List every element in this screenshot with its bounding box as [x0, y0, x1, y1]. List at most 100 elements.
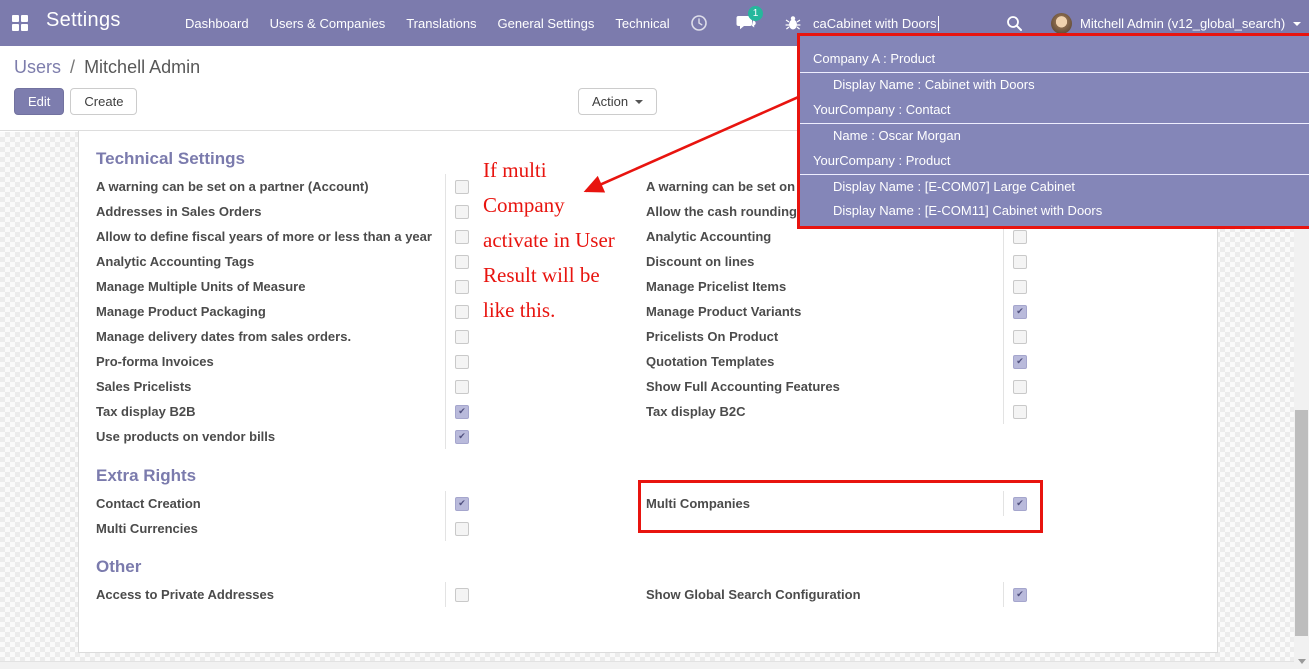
nav-item-translations[interactable]: Translations [406, 16, 476, 31]
checkbox-multi-currencies[interactable] [455, 521, 469, 536]
setting-row-sales-pricelists: Sales Pricelists [96, 374, 488, 399]
setting-row-manage-multiple-units-of-measure: Manage Multiple Units of Measure [96, 274, 488, 299]
checkbox-tax-display-b2c[interactable] [1013, 404, 1027, 419]
setting-row-contact-creation: Contact Creation ✔ [96, 491, 488, 516]
bug-icon[interactable] [782, 12, 804, 34]
caret-down-icon [635, 100, 644, 104]
checkbox-access-to-private-addresses[interactable] [455, 587, 469, 602]
setting-label: Access to Private Addresses [96, 582, 446, 607]
scrollbar-down-button[interactable] [1294, 653, 1309, 669]
checkbox-manage-product-variants[interactable]: ✔ [1013, 304, 1027, 319]
setting-row-multi-currencies: Multi Currencies [96, 516, 488, 541]
section-title: Other [96, 557, 142, 576]
setting-row-a-warning-can-be-set-on-a-partner-account: A warning can be set on a partner (Accou… [96, 174, 488, 199]
setting-row-use-products-on-vendor-bills: Use products on vendor bills ✔ [96, 424, 488, 449]
setting-row-manage-product-packaging: Manage Product Packaging [96, 299, 488, 324]
apps-menu-icon[interactable] [12, 15, 28, 31]
search-group-header-yourcompany-product: YourCompany : Product [800, 148, 1309, 175]
setting-label: Discount on lines [646, 249, 1004, 274]
setting-row-access-to-private-addresses: Access to Private Addresses [96, 582, 488, 607]
user-avatar [1051, 12, 1072, 34]
checkbox-show-global-search-configuration[interactable]: ✔ [1013, 587, 1027, 602]
checkbox-manage-multiple-units-of-measure[interactable] [455, 279, 469, 294]
chevron-down-icon [1293, 22, 1302, 26]
setting-label: Multi Currencies [96, 516, 446, 541]
section-title: Extra Rights [96, 466, 197, 485]
checkbox-addresses-in-sales-orders[interactable] [455, 204, 469, 219]
setting-row-pro-forma-invoices: Pro-forma Invoices [96, 349, 488, 374]
checkbox-contact-creation[interactable]: ✔ [455, 496, 469, 511]
setting-label: Show Full Accounting Features [646, 374, 1004, 399]
activities-clock-icon[interactable] [688, 12, 710, 34]
scrollbar-thumb[interactable] [1295, 410, 1308, 636]
settings-column-right: Multi Companies ✔ [638, 480, 1043, 533]
nav-item-dashboard[interactable]: Dashboard [185, 16, 249, 31]
edit-button[interactable]: Edit [14, 88, 65, 115]
action-dropdown-button[interactable]: Action [578, 88, 658, 115]
search-result-item-display-name-e-com07-large-cabinet[interactable]: Display Name : [E-COM07] Large Cabinet [800, 175, 1309, 199]
navbar-systray: 1 [688, 0, 804, 46]
setting-row-show-full-accounting-features: Show Full Accounting Features [646, 374, 1038, 399]
setting-row-tax-display-b2b: Tax display B2B ✔ [96, 399, 488, 424]
search-result-item-display-name-cabinet-with-doors[interactable]: Display Name : Cabinet with Doors [800, 73, 1309, 97]
checkbox-discount-on-lines[interactable] [1013, 254, 1027, 269]
setting-row-show-global-search-configuration: Show Global Search Configuration ✔ [646, 582, 1038, 607]
breadcrumb-current: Mitchell Admin [84, 57, 201, 77]
checkbox-pricelists-on-product[interactable] [1013, 329, 1027, 344]
checkbox-quotation-templates[interactable]: ✔ [1013, 354, 1027, 369]
section-other: Other Access to Private Addresses Show Gl… [79, 556, 1217, 607]
setting-label: Manage Multiple Units of Measure [96, 274, 446, 299]
checkbox-use-products-on-vendor-bills[interactable]: ✔ [455, 429, 469, 444]
setting-label: Use products on vendor bills [96, 424, 446, 449]
checkbox-pro-forma-invoices[interactable] [455, 354, 469, 369]
checkbox-allow-to-define-fiscal-years-of-more-or-less-than-a-year[interactable] [455, 229, 469, 244]
search-group-header-yourcompany-contact: YourCompany : Contact [800, 97, 1309, 124]
search-input-value: caCabinet with Doors [813, 15, 937, 31]
checkbox-sales-pricelists[interactable] [455, 379, 469, 394]
form-buttons: Edit Create [14, 88, 138, 115]
setting-row-multi-companies: Multi Companies ✔ [638, 480, 1043, 533]
horizontal-scrollbar[interactable] [0, 661, 1294, 669]
checkbox-manage-product-packaging[interactable] [455, 304, 469, 319]
checkbox-show-full-accounting-features[interactable] [1013, 379, 1027, 394]
app-title: Settings [46, 9, 121, 31]
nav-item-general-settings[interactable]: General Settings [498, 16, 595, 31]
section-extra-rights: Extra Rights Contact Creation ✔ Multi Curr… [79, 465, 1217, 541]
setting-row-allow-to-define-fiscal-years-of-more-or-less-than-a-year: Allow to define fiscal years of more or … [96, 224, 488, 249]
breadcrumb-users-link[interactable]: Users [14, 57, 61, 77]
nav-item-users-companies[interactable]: Users & Companies [270, 16, 386, 31]
breadcrumb: Users / Mitchell Admin [14, 57, 200, 78]
checkbox-analytic-accounting[interactable] [1013, 229, 1027, 244]
setting-label: A warning can be set on a partner (Accou… [96, 174, 446, 199]
checkbox-analytic-accounting-tags[interactable] [455, 254, 469, 269]
setting-row-analytic-accounting-tags: Analytic Accounting Tags [96, 249, 488, 274]
setting-row-discount-on-lines: Discount on lines [646, 249, 1038, 274]
setting-label: Pricelists On Product [646, 324, 1004, 349]
checkbox-a-warning-can-be-set-on-a-partner-account[interactable] [455, 179, 469, 194]
setting-row-addresses-in-sales-orders: Addresses in Sales Orders [96, 199, 488, 224]
search-result-item-display-name-e-com11-cabinet-with-doors[interactable]: Display Name : [E-COM11] Cabinet with Do… [800, 199, 1309, 223]
setting-label: Manage Pricelist Items [646, 274, 1004, 299]
setting-label: Sales Pricelists [96, 374, 446, 399]
global-search-input[interactable]: caCabinet with Doors [813, 12, 998, 34]
settings-column-left: Contact Creation ✔ Multi Currencies [96, 491, 488, 541]
setting-label: Tax display B2C [646, 399, 1004, 424]
arrow-down-icon [1297, 658, 1306, 664]
setting-row-manage-product-variants: Manage Product Variants ✔ [646, 299, 1038, 324]
search-icon[interactable] [1003, 12, 1025, 34]
search-result-item-name-oscar-morgan[interactable]: Name : Oscar Morgan [800, 124, 1309, 148]
checkbox-tax-display-b2b[interactable]: ✔ [455, 404, 469, 419]
create-button[interactable]: Create [70, 88, 138, 115]
messages-chat-icon[interactable]: 1 [735, 6, 763, 34]
nav-item-technical[interactable]: Technical [615, 16, 669, 31]
settings-column-left: A warning can be set on a partner (Accou… [96, 174, 488, 449]
checkbox-manage-pricelist-items[interactable] [1013, 279, 1027, 294]
navbar-menu: Dashboard Users & Companies Translations Ge… [185, 0, 670, 46]
checkbox-manage-delivery-dates-from-sales-orders[interactable] [455, 329, 469, 344]
setting-row-pricelists-on-product: Pricelists On Product [646, 324, 1038, 349]
setting-label: Multi Companies [646, 491, 1004, 516]
setting-row-manage-delivery-dates-from-sales-orders: Manage delivery dates from sales orders. [96, 324, 488, 349]
setting-label: Manage Product Packaging [96, 299, 446, 324]
setting-label: Allow to define fiscal years of more or … [96, 224, 446, 249]
checkbox-multi-companies[interactable]: ✔ [1013, 496, 1027, 511]
